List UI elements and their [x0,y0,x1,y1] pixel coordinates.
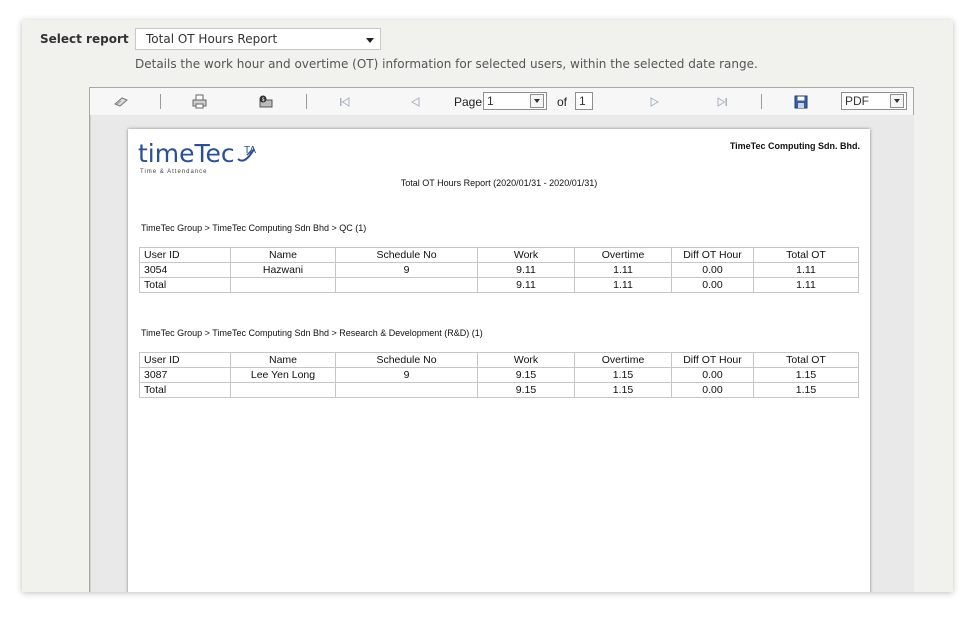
header-cell: Name [230,352,336,368]
header-cell: Schedule No [335,352,478,368]
header-cell: Schedule No [335,247,478,263]
refresh-icon[interactable] [112,93,130,110]
report-title: Total OT Hours Report (2020/01/31 - 2020… [400,178,598,188]
header-cell: Work [477,247,575,263]
table-row: 3087 Lee Yen Long 9 9.15 1.15 0.00 1.15 [139,367,859,383]
previous-page-icon[interactable] [408,93,422,110]
cell: Lee Yen Long [230,367,336,383]
report-description: Details the work hour and overtime (OT) … [135,57,758,71]
cell: 1.15 [753,382,859,398]
company-name: TimeTec Computing Sdn. Bhd. [729,141,860,151]
header-cell: User ID [139,247,231,263]
header-cell: Total OT [753,247,859,263]
header-cell: Diff OT Hour [671,352,754,368]
report-table: User ID Name Schedule No Work Overtime D… [139,247,859,293]
last-page-icon[interactable] [715,93,729,110]
print-icon[interactable] [190,93,208,110]
export-icon[interactable]: $ [256,93,274,110]
report-viewer: $ Page 1 of 1 PDF timeTec TA Time & Atte… [89,87,914,592]
cell: 1.11 [574,277,672,293]
chevron-down-icon [530,94,544,108]
group-path: TimeTec Group > TimeTec Computing Sdn Bh… [141,328,483,338]
cell: 0.00 [671,382,754,398]
next-page-icon[interactable] [648,93,662,110]
header-cell: Overtime [574,247,672,263]
logo-text-time: time [138,139,195,168]
cell: 3087 [139,367,231,383]
cell: Hazwani [230,262,336,278]
select-report-label: Select report [40,32,129,46]
page-label: Page [454,95,483,109]
page-number-select[interactable]: 1 [483,92,547,110]
logo-text-tec: Tec [194,139,235,168]
cell: 9 [335,262,478,278]
table-header-row: User ID Name Schedule No Work Overtime D… [139,352,859,368]
header-cell: Work [477,352,575,368]
chevron-down-icon [366,38,374,43]
cell: Total [139,277,231,293]
cell [335,277,478,293]
cell: 1.15 [574,382,672,398]
export-format-value: PDF [845,94,869,108]
export-format-select[interactable]: PDF [841,92,907,110]
svg-text:$: $ [261,97,264,103]
report-viewport[interactable]: timeTec TA Time & Attendance TimeTec Com… [90,115,914,592]
clock-swoosh-icon [237,148,255,162]
cell: 0.00 [671,277,754,293]
cell: 0.00 [671,367,754,383]
toolbar-separator [160,94,161,109]
save-icon[interactable] [793,93,809,110]
cell: 9 [335,367,478,383]
report-panel: Select report Total OT Hours Report Deta… [22,20,953,592]
cell: 9.15 [477,382,575,398]
cell: 1.11 [753,262,859,278]
header-cell: Total OT [753,352,859,368]
report-select[interactable]: Total OT Hours Report [135,28,381,50]
report-select-value: Total OT Hours Report [146,32,278,46]
first-page-icon[interactable] [338,93,352,110]
page-number-value: 1 [487,94,494,108]
table-header-row: User ID Name Schedule No Work Overtime D… [139,247,859,263]
cell: 1.15 [753,367,859,383]
report-table: User ID Name Schedule No Work Overtime D… [139,352,859,398]
cell: 3054 [139,262,231,278]
timetec-logo: timeTec TA Time & Attendance [138,139,256,175]
cell [230,277,336,293]
toolbar-separator [761,94,762,109]
total-pages: 1 [575,92,593,110]
cell: 1.15 [574,367,672,383]
cell: 9.11 [477,277,575,293]
chevron-down-icon [890,94,904,108]
cell: Total [139,382,231,398]
cell: 9.15 [477,367,575,383]
table-total-row: Total 9.15 1.15 0.00 1.15 [139,382,859,398]
group-path: TimeTec Group > TimeTec Computing Sdn Bh… [141,223,367,233]
logo-text: timeTec [138,139,235,168]
of-label: of [557,95,568,109]
cell: 1.11 [753,277,859,293]
cell [335,382,478,398]
header-cell: Name [230,247,336,263]
cell: 0.00 [671,262,754,278]
table-total-row: Total 9.11 1.11 0.00 1.11 [139,277,859,293]
toolbar-separator [306,94,307,109]
total-pages-value: 1 [579,94,586,108]
header-cell: User ID [139,352,231,368]
header-cell: Overtime [574,352,672,368]
cell [230,382,336,398]
header-cell: Diff OT Hour [671,247,754,263]
table-row: 3054 Hazwani 9 9.11 1.11 0.00 1.11 [139,262,859,278]
logo-tagline: Time & Attendance [140,169,208,175]
cell: 9.11 [477,262,575,278]
cell: 1.11 [574,262,672,278]
viewer-toolbar: $ Page 1 of 1 PDF [90,88,913,116]
report-page: timeTec TA Time & Attendance TimeTec Com… [128,129,870,592]
